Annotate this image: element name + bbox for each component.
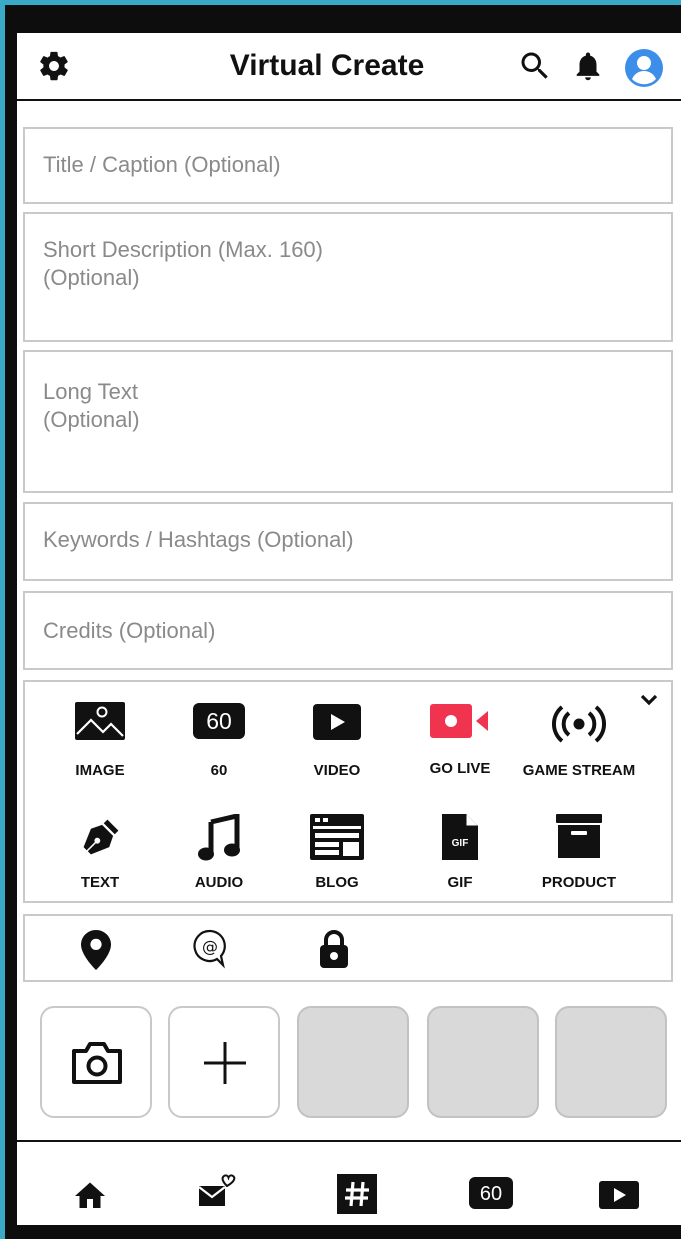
video-play-icon[interactable] [599, 1181, 639, 1209]
media-type-gif-label: GIF [447, 874, 473, 891]
media-type-panel: IMAGE 60 60 VIDEO GO LIVE GAME STREAM TE… [23, 680, 673, 903]
short-description-field[interactable]: Short Description (Max. 160) (Optional) [23, 212, 673, 342]
post-options-panel: @ [23, 914, 673, 982]
media-type-text-label: TEXT [80, 874, 120, 891]
music-note-icon [198, 814, 240, 861]
media-type-go-live[interactable]: GO LIVE [400, 702, 520, 792]
sixty-icon-text: 60 [206, 708, 232, 734]
long-text-field[interactable]: Long Text (Optional) [23, 350, 673, 493]
add-media-tile[interactable] [168, 1006, 280, 1118]
app-screen: Virtual Create Title / Caption (Optional… [17, 33, 681, 1225]
camera-tile[interactable] [40, 1006, 152, 1118]
sixty-icon: 60 [193, 703, 245, 739]
plus-icon [204, 1042, 246, 1084]
camera-icon [72, 1042, 122, 1084]
gif-file-icon: GIF [442, 814, 478, 860]
chevron-down-icon[interactable] [637, 688, 661, 712]
avatar-icon[interactable] [624, 48, 664, 88]
media-type-text[interactable]: TEXT [40, 814, 160, 894]
title-caption-placeholder: Title / Caption (Optional) [43, 152, 281, 177]
pen-nib-icon [83, 819, 119, 855]
keywords-hashtags-placeholder: Keywords / Hashtags (Optional) [43, 527, 354, 552]
media-type-image-label: IMAGE [75, 762, 125, 779]
home-icon[interactable] [71, 1178, 109, 1214]
svg-text:@: @ [202, 937, 218, 956]
media-type-gif[interactable]: GIF GIF [400, 814, 520, 894]
media-type-audio-label: AUDIO [194, 874, 244, 891]
media-thumbnail-placeholder[interactable] [555, 1006, 667, 1118]
media-type-sixty-label: 60 [210, 762, 228, 779]
search-icon[interactable] [517, 48, 553, 84]
media-type-product-label: PRODUCT [541, 874, 617, 891]
credits-field[interactable]: Credits (Optional) [23, 591, 673, 670]
media-type-game-stream[interactable]: GAME STREAM [519, 702, 639, 792]
broadcast-icon [551, 705, 607, 743]
image-icon [75, 702, 125, 740]
hashtag-icon[interactable] [337, 1174, 377, 1214]
media-type-image[interactable]: IMAGE [40, 702, 160, 792]
media-type-video[interactable]: VIDEO [277, 702, 397, 792]
media-type-game-stream-label: GAME STREAM [522, 762, 636, 779]
location-pin-icon[interactable] [81, 930, 111, 970]
keywords-hashtags-field[interactable]: Keywords / Hashtags (Optional) [23, 502, 673, 581]
media-type-sixty[interactable]: 60 60 [159, 702, 279, 792]
credits-placeholder: Credits (Optional) [43, 618, 216, 643]
device-frame: Virtual Create Title / Caption (Optional… [5, 5, 681, 1239]
media-type-blog-label: BLOG [315, 874, 359, 891]
long-text-placeholder: Long Text (Optional) [43, 379, 140, 432]
app-header: Virtual Create [17, 33, 681, 101]
camera-record-icon [430, 704, 488, 738]
archive-box-icon [556, 814, 602, 858]
media-thumbnail-placeholder[interactable] [427, 1006, 539, 1118]
media-type-blog[interactable]: BLOG [277, 814, 397, 894]
media-thumbnail-placeholder[interactable] [297, 1006, 409, 1118]
video-play-icon [313, 704, 361, 740]
bottom-navigation: 60 [17, 1140, 681, 1225]
media-type-product[interactable]: PRODUCT [519, 814, 639, 894]
blog-layout-icon [310, 814, 364, 860]
lock-icon[interactable] [317, 930, 351, 968]
sixty-icon[interactable]: 60 [469, 1177, 513, 1209]
short-description-placeholder: Short Description (Max. 160) (Optional) [43, 237, 323, 290]
media-type-video-label: VIDEO [313, 762, 361, 779]
media-type-go-live-label: GO LIVE [429, 760, 491, 777]
sixty-nav-text: 60 [480, 1183, 502, 1205]
mail-heart-icon[interactable] [197, 1172, 237, 1210]
bell-icon[interactable] [571, 49, 605, 83]
media-type-audio[interactable]: AUDIO [159, 814, 279, 894]
mention-icon[interactable]: @ [193, 929, 227, 969]
gif-file-icon-text: GIF [452, 838, 469, 849]
title-caption-field[interactable]: Title / Caption (Optional) [23, 127, 673, 204]
